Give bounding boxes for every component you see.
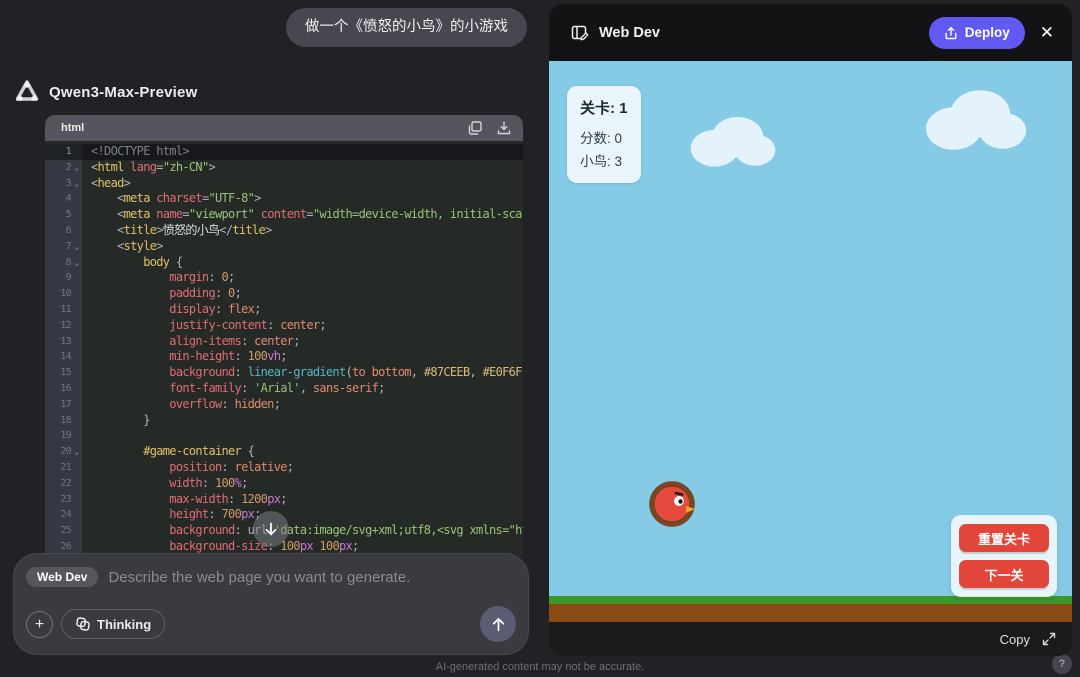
arrow-down-icon	[263, 521, 279, 537]
model-header: Qwen3-Max-Preview	[14, 79, 197, 105]
code-line: 13⌄ align-items: center;	[45, 334, 523, 350]
user-message-bubble: 做一个《愤怒的小鸟》的小游戏	[286, 8, 527, 47]
thinking-icon	[75, 616, 91, 632]
send-button[interactable]	[480, 606, 516, 642]
help-button[interactable]: ?	[1052, 654, 1072, 674]
code-block-header: html	[45, 115, 523, 141]
game-canvas: 关卡: 1 分数: 0 小鸟: 3	[549, 61, 1072, 622]
code-line: 2⌄<html lang="zh-CN">	[45, 160, 523, 176]
code-line: 20⌄ #game-container {	[45, 444, 523, 460]
hud-birds: 小鸟: 3	[580, 150, 628, 173]
copy-button[interactable]: Copy	[1000, 632, 1030, 647]
copy-code-icon[interactable]	[468, 121, 482, 135]
reset-level-button[interactable]: 重置关卡	[959, 524, 1049, 552]
game-hud: 关卡: 1 分数: 0 小鸟: 3	[567, 86, 641, 183]
fold-toggle-icon[interactable]: ⌄	[71, 255, 82, 271]
cloud-shape	[921, 86, 1029, 152]
fold-toggle-icon[interactable]: ⌄	[71, 176, 82, 192]
composer: Web Dev + Thinking	[13, 553, 529, 655]
deploy-upload-icon	[944, 26, 958, 40]
webdev-mode-badge[interactable]: Web Dev	[26, 567, 98, 587]
code-body: 1⌄<!DOCTYPE html>2⌄<html lang="zh-CN">3⌄…	[45, 141, 523, 555]
app-root: 做一个《愤怒的小鸟》的小游戏 Qwen3-Max-Preview html	[0, 0, 1080, 677]
code-line: 22⌄ width: 100%;	[45, 476, 523, 492]
qwen-logo-icon	[14, 79, 40, 105]
expand-fullscreen-icon[interactable]	[1042, 632, 1056, 646]
prompt-input[interactable]	[108, 569, 514, 586]
code-line: 21⌄ position: relative;	[45, 460, 523, 476]
code-line: 16⌄ font-family: 'Arial', sans-serif;	[45, 381, 523, 397]
preview-panel-header: Web Dev Deploy ✕	[549, 4, 1072, 61]
code-line: 23⌄ max-width: 1200px;	[45, 492, 523, 508]
next-level-button[interactable]: 下一关	[959, 560, 1049, 588]
code-line: 3⌄<head>	[45, 176, 523, 192]
code-line: 6⌄ <title>愤怒的小鸟</title>	[45, 223, 523, 239]
code-line: 18⌄ }	[45, 413, 523, 429]
webdev-preview-panel: Web Dev Deploy ✕ 关卡: 1 分数: 0 小鸟: 3	[549, 4, 1072, 656]
download-code-icon[interactable]	[497, 121, 511, 135]
hud-level: 关卡: 1	[580, 97, 628, 118]
code-language-label: html	[61, 122, 84, 134]
game-button-panel: 重置关卡 下一关	[951, 515, 1057, 597]
ai-disclaimer: AI-generated content may not be accurate…	[0, 661, 1080, 673]
fold-toggle-icon[interactable]: ⌄	[71, 444, 82, 460]
code-line: 4⌄ <meta charset="UTF-8">	[45, 191, 523, 207]
code-block: html 1⌄<!DOCTYPE html>2⌄<html lang="zh-C…	[45, 115, 523, 561]
code-line: 14⌄ min-height: 100vh;	[45, 349, 523, 365]
code-line: 8⌄ body {	[45, 255, 523, 271]
webdev-panel-icon	[571, 24, 589, 42]
thinking-toggle-button[interactable]: Thinking	[61, 609, 165, 639]
arrow-up-icon	[490, 616, 507, 633]
code-line: 5⌄ <meta name="viewport" content="width=…	[45, 207, 523, 223]
code-line: 19⌄	[45, 428, 523, 444]
code-line: 1⌄<!DOCTYPE html>	[45, 144, 523, 160]
grass-strip	[549, 596, 1072, 604]
code-line: 11⌄ display: flex;	[45, 302, 523, 318]
deploy-label: Deploy	[965, 25, 1010, 40]
code-line: 10⌄ padding: 0;	[45, 286, 523, 302]
fold-toggle-icon[interactable]: ⌄	[71, 160, 82, 176]
cloud-shape	[687, 111, 779, 169]
preview-panel-title: Web Dev	[599, 25, 660, 41]
close-panel-button[interactable]: ✕	[1040, 24, 1054, 41]
code-line: 12⌄ justify-content: center;	[45, 318, 523, 334]
scroll-to-bottom-button[interactable]	[253, 511, 289, 547]
add-attachment-button[interactable]: +	[26, 611, 53, 638]
hud-score: 分数: 0	[580, 127, 628, 150]
code-line: 7⌄ <style>	[45, 239, 523, 255]
angry-bird[interactable]	[648, 480, 696, 528]
preview-footer: Copy	[549, 622, 1072, 656]
deploy-button[interactable]: Deploy	[929, 17, 1025, 49]
code-line: 15⌄ background: linear-gradient(to botto…	[45, 365, 523, 381]
model-name: Qwen3-Max-Preview	[49, 84, 197, 101]
thinking-label: Thinking	[97, 617, 151, 632]
dirt-ground	[549, 604, 1072, 622]
code-line: 17⌄ overflow: hidden;	[45, 397, 523, 413]
fold-toggle-icon[interactable]: ⌄	[71, 239, 82, 255]
code-line: 9⌄ margin: 0;	[45, 270, 523, 286]
